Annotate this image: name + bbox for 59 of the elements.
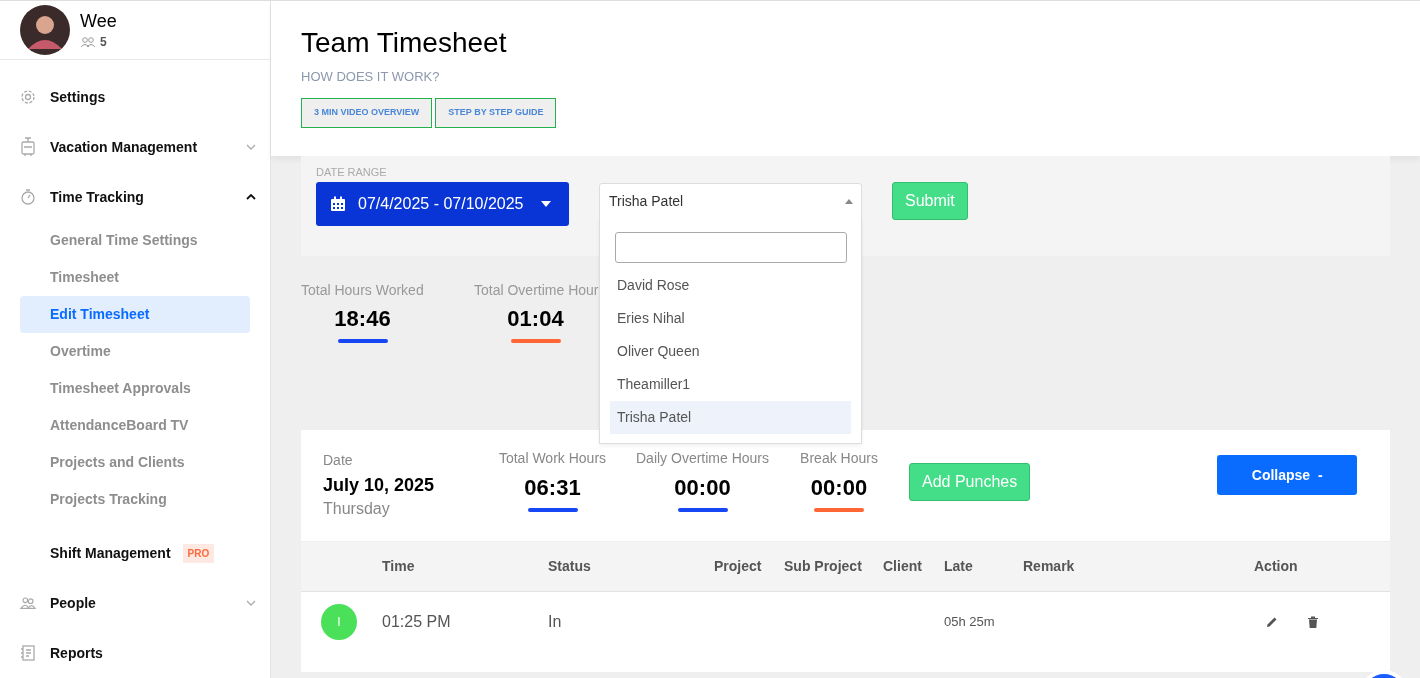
column-header: Remark [1023,557,1075,576]
avatar [20,5,70,55]
nav-item[interactable]: Reports [0,628,270,678]
employee-select[interactable]: Trisha Patel [599,183,862,219]
field-label: DATE RANGE [316,165,388,180]
page-subtitle: HOW DOES IT WORK? [301,68,441,86]
column-header: Client [883,557,922,576]
team-count: 5 [100,34,107,51]
search-field[interactable] [615,232,847,263]
submenu-item[interactable]: Edit Timesheet [20,296,250,333]
nav-item[interactable]: Vacation Management [0,122,270,172]
people-icon [20,596,36,610]
dropdown-option[interactable]: David Rose [610,269,851,302]
column-header: Project [714,557,762,576]
caret-icon [541,201,552,207]
dropdown-option[interactable]: Theamiller1 [610,368,851,401]
caret-up-icon [845,198,853,204]
column-header: Sub Project [784,557,862,576]
suitcase-icon [20,137,36,157]
metric-label: Total Work Hours [498,449,607,468]
report-icon [20,645,36,661]
stat-value: 01:04 [507,305,564,333]
gear-icon [20,89,36,105]
nav-item[interactable]: Time Tracking [0,172,270,222]
nav-item[interactable]: Shift Management PRO [0,528,270,578]
dropdown-option[interactable]: Eries Nihal [610,302,851,335]
stat-label: Total Hours Worked [301,281,424,300]
status-avatar: I [321,604,357,640]
column-header: Status [548,557,591,576]
metric-label: Break Hours [800,449,878,468]
team-icon [80,36,96,48]
page-title: Team Timesheet [301,26,508,60]
table-cell-text: 01:25 PM [382,612,451,632]
pro-badge: PRO [182,543,215,563]
stat-label: Total Overtime Hour [474,281,599,300]
edit-icon[interactable] [1266,616,1278,628]
calendar-icon [330,196,346,212]
stopwatch-icon [20,188,36,206]
day-date: July 10, 2025 [323,474,436,497]
dropdown-option[interactable]: Trisha Patel [610,401,851,434]
date-range-picker[interactable]: 07/4/2025 - 07/10/2025 [316,182,569,226]
day-weekday: Thursday [323,499,391,519]
metric-label: Daily Overtime Hours [636,449,769,468]
delete-icon[interactable] [1308,616,1318,628]
user-name: Wee [80,10,117,33]
column-header: Action [1254,557,1298,576]
table-cell-text: 05h 25m [944,613,995,632]
metric-value: 00:00 [810,474,868,502]
field-label: Date [323,451,354,470]
nav-item[interactable]: Settings [0,72,270,122]
column-header: Late [944,557,973,576]
column-header: Time [382,557,415,576]
collapse-button[interactable]: Collapse - [1217,455,1358,495]
table-cell-text: In [548,612,562,632]
stat-value: 18:46 [334,305,391,333]
metric-value: 00:00 [674,474,731,502]
nav-item[interactable]: People [0,578,270,628]
metric-value: 06:31 [524,474,581,502]
dropdown-option[interactable]: Oliver Queen [610,335,851,368]
